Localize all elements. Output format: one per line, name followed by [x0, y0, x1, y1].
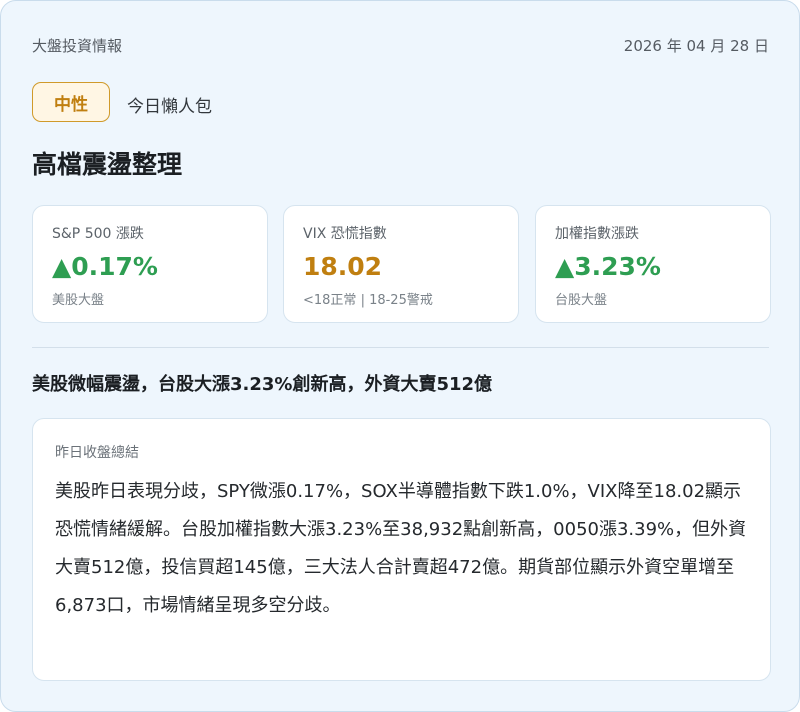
- section-divider: [32, 347, 769, 348]
- metric-label: S&P 500 漲跌: [52, 226, 144, 242]
- metric-label: VIX 恐慌指數: [303, 226, 387, 242]
- panel-body-text: 美股昨日表現分歧，SPY微漲0.17%，SOX半導體指數下跌1.0%，VIX降至…: [55, 481, 747, 616]
- sentiment-badge: 中性: [32, 82, 110, 122]
- metric-subtext: 台股大盤: [555, 293, 608, 308]
- panel-title: 昨日收盤總結: [55, 445, 139, 461]
- close-summary-panel: 昨日收盤總結 美股昨日表現分歧，SPY微漲0.17%，SOX半導體指數下跌1.0…: [32, 418, 771, 681]
- report-card: 大盤投資情報 2026 年 04 月 28 日 中性 今日懶人包 高檔震盪整理 …: [0, 0, 800, 712]
- metric-value: ▲0.17%: [52, 252, 158, 281]
- summary-headline: 美股微幅震盪，台股大漲3.23%創新高，外資大賣512億: [32, 374, 493, 395]
- metric-card-sp500: S&P 500 漲跌 ▲0.17% 美股大盤: [32, 205, 268, 323]
- report-date: 2026 年 04 月 28 日: [623, 37, 769, 55]
- report-header: 大盤投資情報 2026 年 04 月 28 日: [32, 35, 769, 57]
- metric-label: 加權指數漲跌: [555, 226, 639, 242]
- market-headline: 高檔震盪整理: [32, 150, 183, 179]
- metric-value: 18.02: [303, 252, 383, 281]
- report-title: 大盤投資情報: [32, 37, 123, 55]
- metric-card-taiex: 加權指數漲跌 ▲3.23% 台股大盤: [535, 205, 771, 323]
- metric-value: ▲3.23%: [555, 252, 661, 281]
- metric-subtext: 美股大盤: [52, 293, 105, 308]
- metric-card-vix: VIX 恐慌指數 18.02 <18正常 | 18-25警戒: [283, 205, 519, 323]
- daily-digest-label: 今日懶人包: [127, 97, 212, 117]
- metric-subtext: <18正常 | 18-25警戒: [303, 293, 433, 308]
